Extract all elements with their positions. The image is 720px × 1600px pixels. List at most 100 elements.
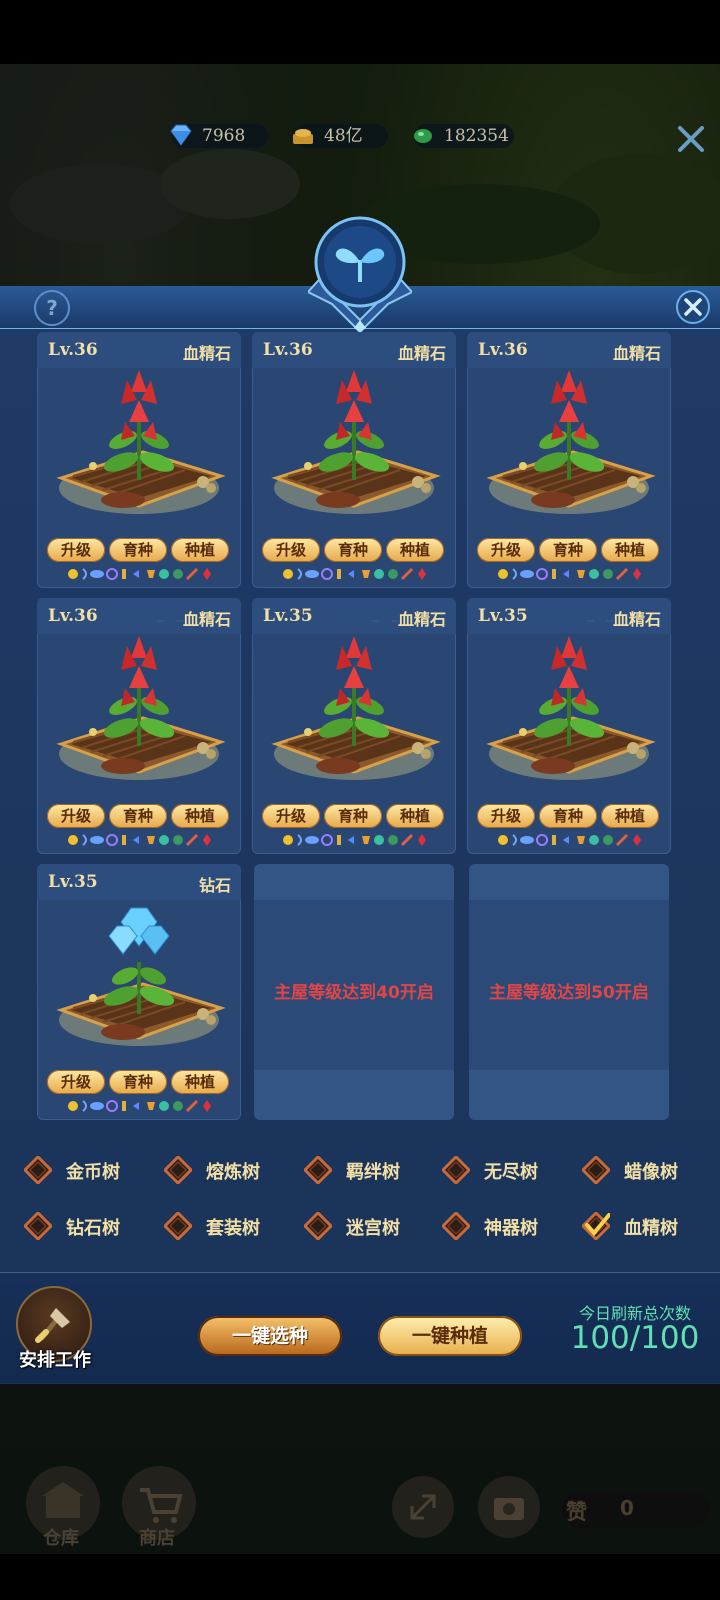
like-count: 0 (620, 1496, 634, 1520)
upgrade-button[interactable]: 升级 (477, 804, 535, 828)
diamond-icon (170, 124, 192, 146)
upgrade-button[interactable]: 升级 (47, 1070, 105, 1094)
plot-level: Lv.36 (48, 606, 98, 626)
breed-button[interactable]: 育种 (109, 804, 167, 828)
checkbox-diamond-icon[interactable] (24, 1156, 52, 1184)
plant-button[interactable]: 种植 (171, 804, 229, 828)
breed-button[interactable]: 育种 (539, 538, 597, 562)
close-icon[interactable] (676, 124, 706, 154)
breed-button[interactable]: 育种 (324, 538, 382, 562)
plot-crop-name: 血精石 (182, 610, 231, 629)
checkbox-diamond-icon[interactable] (582, 1156, 610, 1184)
plot-card[interactable]: Lv.35 钻石 升级 育种 种植 (37, 864, 241, 1120)
filter-label: 套装树 (206, 1218, 260, 1239)
checkbox-diamond-icon[interactable] (442, 1156, 470, 1184)
locked-plot-header (469, 864, 669, 900)
filter-smelt-tree[interactable]: 熔炼树 (158, 1152, 288, 1188)
plot-card[interactable]: Lv.36 血精石 升级 育种 种植 (252, 332, 456, 588)
filter-blood-tree[interactable]: 血精树 (576, 1208, 706, 1244)
checkbox-diamond-icon[interactable] (164, 1156, 192, 1184)
diamond-plant-image (57, 906, 223, 1048)
breed-button[interactable]: 育种 (539, 804, 597, 828)
checkbox-diamond-icon[interactable] (304, 1212, 332, 1240)
tree-filter-grid: 金币树 熔炼树 羁绊树 无尽树 蜡像树 钻石树 套装树 迷宫树 神器树 血精树 (0, 1152, 720, 1272)
upgrade-button[interactable]: 升级 (47, 538, 105, 562)
plant-button[interactable]: 种植 (171, 1070, 229, 1094)
tool-icons-row (66, 566, 213, 582)
filter-wax-tree[interactable]: 蜡像树 (576, 1152, 706, 1188)
filter-gold-tree[interactable]: 金币树 (18, 1152, 148, 1188)
blood-crystal-plant-image (57, 370, 223, 516)
locked-plot-footer (469, 1070, 669, 1120)
like-label: 赞 (566, 1500, 587, 1524)
blood-crystal-plant-image (487, 636, 653, 782)
tool-icons-row (66, 1098, 213, 1114)
plot-level: Lv.36 (48, 340, 98, 360)
checkbox-diamond-icon[interactable] (304, 1156, 332, 1184)
diamond-counter: 7968 (170, 124, 268, 148)
filter-set-tree[interactable]: 套装树 (158, 1208, 288, 1244)
question-icon[interactable]: ? (34, 290, 70, 326)
upgrade-button[interactable]: 升级 (262, 804, 320, 828)
filter-bond-tree[interactable]: 羁绊树 (298, 1152, 428, 1188)
plot-card[interactable]: Lv.35 _ _ 血精石 升级 育种 种植 (252, 598, 456, 854)
blood-crystal-plant-image (57, 636, 223, 782)
upgrade-button[interactable]: 升级 (47, 804, 105, 828)
filter-label: 钻石树 (66, 1218, 120, 1239)
plant-button[interactable]: 种植 (386, 538, 444, 562)
breed-button[interactable]: 育种 (324, 804, 382, 828)
filter-artifact-tree[interactable]: 神器树 (436, 1208, 566, 1244)
sprout-icon (308, 216, 412, 332)
checkbox-diamond-icon[interactable] (24, 1212, 52, 1240)
filter-label: 熔炼树 (206, 1162, 260, 1183)
gold-counter: 48亿 (293, 124, 388, 148)
upgrade-button[interactable]: 升级 (262, 538, 320, 562)
blood-crystal-plant-image (272, 636, 438, 782)
plot-card[interactable]: Lv.35 _ _ 血精石 升级 育种 种植 (467, 598, 671, 854)
breed-button[interactable]: 育种 (109, 538, 167, 562)
locked-plot: 主屋等级达到40开启 (254, 864, 454, 1120)
expand-icon (392, 1476, 454, 1538)
unlock-requirement: 主屋等级达到40开启 (274, 983, 434, 1003)
one-click-select-button[interactable]: 一键选种 (198, 1316, 342, 1356)
plot-crop-name: 血精石 (612, 610, 661, 629)
gem-value: 182354 (444, 126, 509, 146)
refresh-count-value: 100/100 (570, 1320, 700, 1356)
tool-icons-row (66, 832, 213, 848)
arrange-work-button[interactable]: 安排工作 (10, 1346, 100, 1372)
plot-crop-name: 血精石 (182, 344, 231, 363)
filter-label: 无尽树 (484, 1162, 538, 1183)
checkbox-diamond-icon[interactable] (442, 1212, 470, 1240)
plant-button[interactable]: 种植 (601, 804, 659, 828)
filter-label: 神器树 (484, 1218, 538, 1239)
plant-button[interactable]: 种植 (171, 538, 229, 562)
plant-button[interactable]: 种植 (386, 804, 444, 828)
upgrade-button[interactable]: 升级 (477, 538, 535, 562)
plot-crop-name: 血精石 (397, 610, 446, 629)
filter-label: 羁绊树 (346, 1162, 400, 1183)
close-icon[interactable] (676, 290, 710, 324)
plot-card[interactable]: Lv.36 _ _ 血精石 升级 育种 种植 (37, 598, 241, 854)
plot-level: Lv.35 (478, 606, 528, 626)
breed-button[interactable]: 育种 (109, 1070, 167, 1094)
one-click-plant-button[interactable]: 一键种植 (378, 1316, 522, 1356)
gold-coin-icon (293, 129, 313, 144)
unlock-requirement: 主屋等级达到50开启 (489, 983, 649, 1003)
locked-plot-footer (254, 1070, 454, 1120)
filter-label: 金币树 (66, 1162, 120, 1183)
checkbox-diamond-icon[interactable] (164, 1212, 192, 1240)
plot-card[interactable]: Lv.36 血精石 升级 育种 种植 (467, 332, 671, 588)
filter-diamond-tree[interactable]: 钻石树 (18, 1208, 148, 1244)
filter-maze-tree[interactable]: 迷宫树 (298, 1208, 428, 1244)
shop-label: 商店 (139, 1528, 175, 1549)
plot-card[interactable]: Lv.36 血精石 升级 育种 种植 (37, 332, 241, 588)
warehouse-label: 仓库 (43, 1528, 79, 1549)
plant-button[interactable]: 种植 (601, 538, 659, 562)
diamond-value: 7968 (202, 126, 246, 146)
gold-value: 48亿 (324, 126, 363, 146)
tool-icons-row (281, 566, 428, 582)
filter-endless-tree[interactable]: 无尽树 (436, 1152, 566, 1188)
plot-crop-name: 血精石 (612, 344, 661, 363)
checkmark-icon[interactable] (582, 1212, 610, 1240)
filter-label: 血精树 (624, 1218, 678, 1239)
